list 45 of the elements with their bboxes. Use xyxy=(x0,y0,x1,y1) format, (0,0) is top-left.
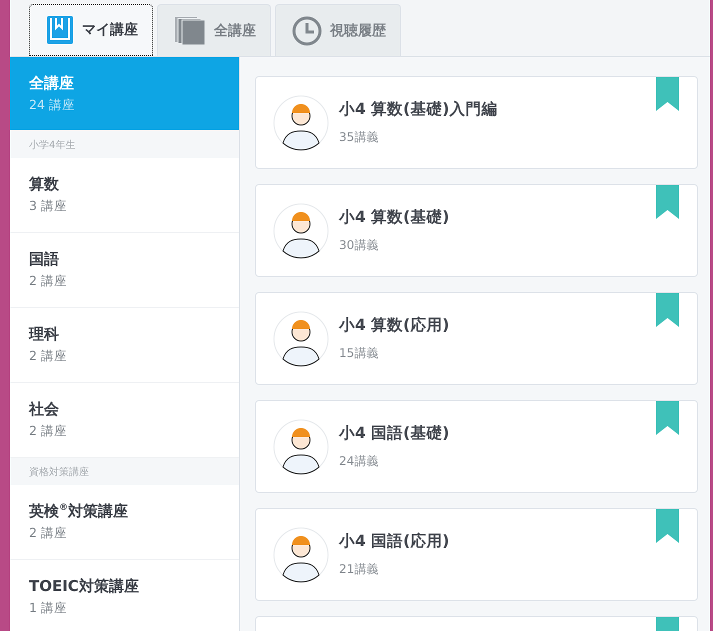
course-card[interactable]: 小4 算数(基礎)入門編 35講義 xyxy=(255,76,698,169)
bookmark-book-icon xyxy=(46,15,74,45)
lecture-count: 15講義 xyxy=(339,345,380,362)
category-title: 全講座 xyxy=(29,74,75,92)
tab[interactable]: マイ講座 xyxy=(29,4,153,56)
course-count: 24 講座 xyxy=(29,96,76,114)
course-count: 2 講座 xyxy=(29,423,68,440)
avatar-icon xyxy=(273,526,329,582)
stack-icon xyxy=(174,16,206,46)
sidebar-item[interactable]: 英検$^{®}$対策講座 2 講座 xyxy=(10,485,239,560)
lecture-count: 21講義 xyxy=(339,561,380,578)
lecture-count: 35講義 xyxy=(339,129,380,146)
category-title: 算数 xyxy=(29,175,60,194)
course-card[interactable]: 小4 国語(応用) 21講義 xyxy=(255,508,698,601)
course-count: 3 講座 xyxy=(29,198,68,215)
category-title: TOEIC対策講座 xyxy=(29,577,140,596)
section-heading: 資格対策講座 xyxy=(10,458,239,485)
section-heading: 小学4年生 xyxy=(10,131,239,158)
category-title: 国語 xyxy=(29,250,60,269)
course-count: 2 講座 xyxy=(29,273,68,290)
lecture-count: 24講義 xyxy=(339,453,380,470)
course-card[interactable]: 小4 算数(基礎) 30講義 xyxy=(255,184,698,277)
sidebar-item[interactable]: 国語 2 講座 xyxy=(10,233,239,308)
course-count: 1 講座 xyxy=(29,600,68,617)
course-card[interactable]: 小4 算数(応用) 15講義 xyxy=(255,292,698,385)
category-title: 理科 xyxy=(29,325,60,344)
course-title: 小4 算数(基礎)入門編 xyxy=(339,99,498,120)
avatar-icon xyxy=(273,418,329,474)
course-count: 2 講座 xyxy=(29,348,68,365)
avatar-icon xyxy=(273,202,329,258)
course-title: 小4 国語(基礎) xyxy=(339,423,450,444)
course-count: 2 講座 xyxy=(29,525,68,542)
avatar-icon xyxy=(273,310,329,366)
category-title: 英検$^{®}$対策講座 xyxy=(29,502,129,521)
clock-icon xyxy=(292,16,322,46)
sidebar-item[interactable]: 理科 2 講座 xyxy=(10,308,239,383)
lecture-count: 30講義 xyxy=(339,237,380,254)
sidebar-item[interactable]: 算数 3 講座 xyxy=(10,158,239,233)
course-title: 小4 国語(応用) xyxy=(339,531,450,552)
course-title: 小4 算数(基礎) xyxy=(339,207,450,228)
avatar-icon xyxy=(273,94,329,150)
sidebar-item[interactable]: TOEIC対策講座 1 講座 xyxy=(10,560,239,631)
course-title: 小4 算数(応用) xyxy=(339,315,450,336)
course-card[interactable]: 小4 国語(基礎) 24講義 xyxy=(255,400,698,493)
category-title: 社会 xyxy=(29,400,60,419)
